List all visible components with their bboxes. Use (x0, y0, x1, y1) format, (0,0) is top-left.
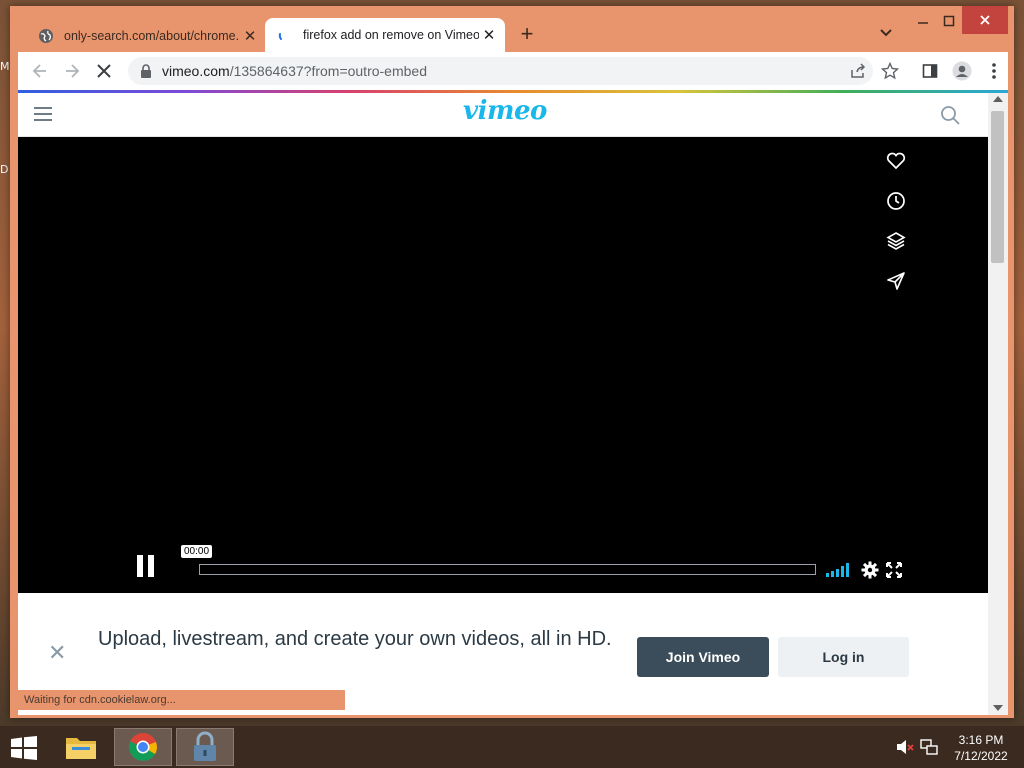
desktop-edge-text: M (0, 60, 10, 73)
tab-strip: only-search.com/about/chrome.h ✕ firefox… (10, 6, 1014, 52)
collections-button[interactable] (884, 229, 908, 253)
browser-window: only-search.com/about/chrome.h ✕ firefox… (10, 6, 1014, 718)
vimeo-header: vimeo (18, 93, 988, 137)
join-vimeo-button[interactable]: Join Vimeo (637, 637, 769, 677)
close-banner-icon[interactable]: ✕ (48, 642, 66, 664)
progress-bar[interactable] (199, 564, 816, 575)
speaker-muted-icon[interactable] (896, 738, 914, 756)
tab-vimeo[interactable]: firefox add on remove on Vimeo ✕ (265, 18, 505, 52)
chevron-down-icon[interactable] (876, 22, 896, 42)
star-icon (881, 62, 899, 80)
taskbar-security-app[interactable] (176, 728, 234, 766)
menu-button[interactable] (984, 61, 1004, 81)
scrollbar[interactable] (988, 93, 1008, 715)
tab-title: firefox add on remove on Vimeo (303, 28, 479, 42)
taskbar-file-explorer[interactable] (52, 728, 110, 766)
volume-icon[interactable] (826, 563, 852, 577)
url-host: vimeo.com (162, 63, 230, 79)
browser-toolbar: vimeo.com/135864637?from=outro-embed (18, 52, 1008, 90)
stop-loading-button[interactable] (94, 61, 114, 81)
chrome-icon (129, 733, 157, 761)
scroll-thumb[interactable] (991, 111, 1004, 263)
video-player[interactable]: 00:00 (18, 137, 988, 593)
close-tab-icon[interactable]: ✕ (240, 26, 260, 46)
close-window-button[interactable] (962, 6, 1008, 34)
taskbar-clock[interactable]: 3:16 PM 7/12/2022 (946, 732, 1016, 764)
share-icon (851, 63, 866, 78)
watch-later-button[interactable] (884, 189, 908, 213)
url-path: /135864637?from=outro-embed (229, 63, 427, 79)
search-icon[interactable] (940, 105, 960, 125)
folder-icon (66, 738, 96, 759)
back-button[interactable] (30, 61, 50, 81)
side-panel-icon (922, 64, 938, 78)
padlock-icon (194, 731, 216, 761)
share-button[interactable] (848, 61, 868, 81)
time-tooltip: 00:00 (181, 545, 213, 558)
close-icon (980, 15, 990, 25)
paper-plane-icon (887, 272, 905, 290)
globe-icon (39, 28, 53, 43)
vimeo-logo[interactable]: vimeo (463, 96, 547, 132)
web-page: vimeo 00:00 ✕ Upload, livestream, and cr… (18, 93, 1008, 715)
maximize-button[interactable] (932, 6, 966, 36)
loading-spinner-icon (278, 33, 282, 40)
pause-icon (137, 555, 143, 577)
minimize-icon (918, 22, 928, 24)
like-button[interactable] (884, 149, 908, 173)
profile-button[interactable] (952, 61, 972, 81)
clock-time: 3:16 PM (958, 733, 1004, 747)
status-bar: Waiting for cdn.cookielaw.org... (18, 690, 345, 710)
maximize-icon (943, 15, 955, 27)
scroll-down-arrow-icon[interactable] (993, 705, 1003, 711)
lock-icon[interactable] (140, 64, 152, 78)
banner-message: Upload, livestream, and create your own … (98, 628, 612, 650)
share-video-button[interactable] (884, 269, 908, 293)
network-icon[interactable] (920, 738, 938, 756)
windows-start-icon[interactable] (10, 736, 38, 760)
pause-icon (148, 555, 154, 577)
gear-icon[interactable] (861, 561, 879, 579)
tab-only-search[interactable]: only-search.com/about/chrome.h ✕ (26, 19, 266, 52)
arrow-right-icon (66, 64, 80, 78)
close-tab-icon[interactable]: ✕ (479, 25, 499, 45)
bookmark-button[interactable] (880, 61, 900, 81)
player-side-actions (884, 149, 908, 309)
arrow-left-icon (32, 64, 46, 78)
more-vert-icon (992, 63, 996, 79)
fullscreen-icon[interactable] (886, 562, 902, 578)
address-bar[interactable]: vimeo.com/135864637?from=outro-embed (128, 57, 873, 85)
forward-button[interactable] (62, 61, 82, 81)
layers-icon (886, 232, 906, 250)
taskbar-chrome[interactable] (114, 728, 172, 766)
hamburger-menu-icon[interactable] (34, 106, 52, 122)
taskbar: 3:16 PM 7/12/2022 (0, 726, 1024, 768)
close-icon (97, 64, 111, 78)
new-tab-button[interactable]: + (516, 22, 538, 46)
scroll-up-arrow-icon[interactable] (993, 96, 1003, 102)
log-in-button[interactable]: Log in (778, 637, 909, 677)
desktop-edge-text: D (0, 163, 9, 176)
heart-icon (886, 152, 906, 170)
pause-button[interactable] (137, 555, 155, 577)
tab-title: only-search.com/about/chrome.h (64, 28, 240, 43)
avatar-icon (952, 61, 972, 81)
clock-date: 7/12/2022 (954, 749, 1008, 763)
side-panel-button[interactable] (920, 61, 940, 81)
clock-icon (887, 192, 905, 210)
